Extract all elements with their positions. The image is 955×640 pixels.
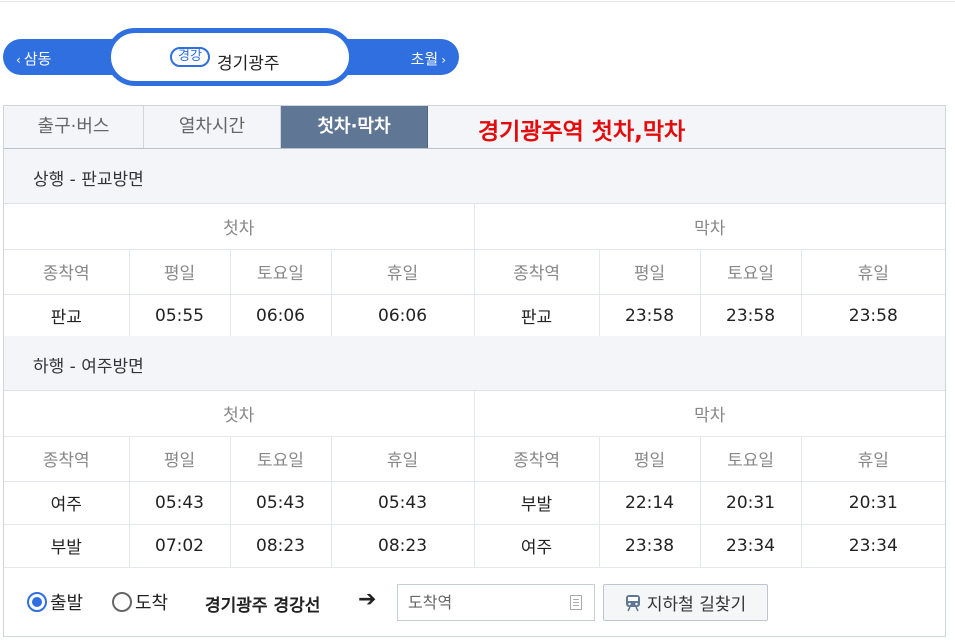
column-header-row: 종착역 평일 토요일 휴일 종착역 평일 토요일 휴일 bbox=[4, 436, 946, 482]
chevron-right-icon: › bbox=[441, 53, 446, 67]
last-holiday-cell: 23:58 bbox=[800, 294, 946, 338]
last-train-header: 막차 bbox=[473, 204, 946, 250]
group-header-row: 첫차 막차 bbox=[4, 391, 946, 437]
first-train-header: 첫차 bbox=[4, 204, 475, 250]
chevron-left-icon: ‹ bbox=[16, 53, 21, 67]
col-terminal: 종착역 bbox=[4, 249, 129, 295]
table-row: 부발 07:02 08:23 08:23 여주 23:38 23:34 23:3… bbox=[4, 524, 946, 568]
top-divider bbox=[0, 0, 955, 2]
col-saturday: 토요일 bbox=[699, 249, 802, 295]
last-terminal-cell: 여주 bbox=[473, 524, 600, 568]
arrival-radio[interactable]: 도착 bbox=[112, 589, 168, 615]
destination-input[interactable] bbox=[397, 584, 595, 621]
current-station-pill: 경강 경기광주 bbox=[106, 28, 354, 86]
route-finder: 출발 도착 경기광주 경강선 ➔ 지하철 길찾기 bbox=[4, 569, 945, 636]
column-header-row: 종착역 평일 토요일 휴일 종착역 평일 토요일 휴일 bbox=[4, 249, 946, 295]
col-weekday: 평일 bbox=[598, 436, 701, 482]
group-header-row: 첫차 막차 bbox=[4, 204, 946, 250]
last-saturday-cell: 23:58 bbox=[699, 294, 802, 338]
col-holiday: 휴일 bbox=[800, 249, 946, 295]
last-train-header: 막차 bbox=[473, 391, 946, 437]
first-holiday-cell: 05:43 bbox=[330, 481, 475, 525]
section-header-down: 하행 - 여주방면 bbox=[4, 336, 945, 391]
table-row: 여주 05:43 05:43 05:43 부발 22:14 20:31 20:3… bbox=[4, 481, 946, 525]
last-weekday-cell: 22:14 bbox=[598, 481, 701, 525]
arrival-label: 도착 bbox=[135, 593, 169, 614]
first-saturday-cell: 08:23 bbox=[229, 524, 331, 568]
tab-exit-bus[interactable]: 출구·버스 bbox=[4, 106, 144, 148]
tab-train-times[interactable]: 열차시간 bbox=[144, 106, 281, 148]
col-holiday: 휴일 bbox=[800, 436, 946, 482]
col-saturday: 토요일 bbox=[699, 436, 802, 482]
last-weekday-cell: 23:38 bbox=[598, 524, 701, 568]
first-saturday-cell: 05:43 bbox=[229, 481, 331, 525]
section-header-up: 상행 - 판교방면 bbox=[4, 149, 945, 204]
arrow-right-icon: ➔ bbox=[358, 587, 377, 612]
first-train-header: 첫차 bbox=[4, 391, 475, 437]
last-holiday-cell: 20:31 bbox=[800, 481, 946, 525]
next-station-link[interactable]: 초월 › bbox=[411, 48, 449, 69]
section-title: 하행 - 여주방면 bbox=[33, 357, 144, 377]
station-name: 경기광주 bbox=[217, 54, 280, 74]
last-saturday-cell: 20:31 bbox=[699, 481, 802, 525]
col-holiday: 휴일 bbox=[330, 436, 475, 482]
first-weekday-cell: 07:02 bbox=[128, 524, 230, 568]
last-terminal-cell: 판교 bbox=[473, 294, 600, 338]
prev-station-label: 삼동 bbox=[23, 50, 52, 68]
first-holiday-cell: 08:23 bbox=[330, 524, 475, 568]
last-terminal-cell: 부발 bbox=[473, 481, 600, 525]
page-title: 경기광주역 첫차,막차 bbox=[478, 119, 686, 145]
last-holiday-cell: 23:34 bbox=[800, 524, 946, 568]
tab-first-last-train[interactable]: 첫차·막차 bbox=[281, 106, 428, 148]
departure-radio[interactable]: 출발 bbox=[27, 589, 83, 615]
col-terminal: 종착역 bbox=[4, 436, 129, 482]
last-weekday-cell: 23:58 bbox=[598, 294, 701, 338]
col-saturday: 토요일 bbox=[229, 436, 331, 482]
subway-route-button[interactable]: 지하철 길찾기 bbox=[603, 584, 768, 621]
first-weekday-cell: 05:43 bbox=[128, 481, 230, 525]
station-list-icon[interactable] bbox=[570, 595, 582, 610]
radio-selected-icon bbox=[27, 592, 47, 612]
col-terminal: 종착역 bbox=[473, 436, 600, 482]
subway-route-button-label: 지하철 길찾기 bbox=[646, 595, 747, 615]
tab-bar: 출구·버스 열차시간 첫차·막차 경기광주역 첫차,막차 bbox=[3, 105, 946, 149]
first-weekday-cell: 05:55 bbox=[128, 294, 230, 338]
train-icon bbox=[625, 594, 640, 611]
timetable-up: 첫차 막차 종착역 평일 토요일 휴일 종착역 평일 토요일 휴일 판교 05:… bbox=[4, 204, 946, 338]
line-badge: 경강 bbox=[170, 47, 210, 67]
origin-label: 경기광주 경강선 bbox=[205, 596, 321, 616]
table-row: 판교 05:55 06:06 06:06 판교 23:58 23:58 23:5… bbox=[4, 294, 946, 338]
col-weekday: 평일 bbox=[128, 436, 230, 482]
col-weekday: 평일 bbox=[598, 249, 701, 295]
col-weekday: 평일 bbox=[128, 249, 230, 295]
last-saturday-cell: 23:34 bbox=[699, 524, 802, 568]
col-holiday: 휴일 bbox=[330, 249, 475, 295]
first-saturday-cell: 06:06 bbox=[229, 294, 331, 338]
next-station-label: 초월 bbox=[410, 50, 439, 68]
prev-station-link[interactable]: ‹ 삼동 bbox=[13, 48, 51, 69]
first-terminal-cell: 판교 bbox=[4, 294, 129, 338]
departure-label: 출발 bbox=[50, 593, 84, 614]
col-terminal: 종착역 bbox=[473, 249, 600, 295]
first-terminal-cell: 여주 bbox=[4, 481, 129, 525]
first-holiday-cell: 06:06 bbox=[330, 294, 475, 338]
first-terminal-cell: 부발 bbox=[4, 524, 129, 568]
col-saturday: 토요일 bbox=[229, 249, 331, 295]
section-title: 상행 - 판교방면 bbox=[33, 170, 144, 190]
radio-empty-icon bbox=[112, 592, 132, 612]
timetable-down: 첫차 막차 종착역 평일 토요일 휴일 종착역 평일 토요일 휴일 여주 05:… bbox=[4, 391, 946, 568]
timetable-panel: 상행 - 판교방면 첫차 막차 종착역 평일 토요일 휴일 종착역 평일 토요일… bbox=[3, 149, 946, 637]
